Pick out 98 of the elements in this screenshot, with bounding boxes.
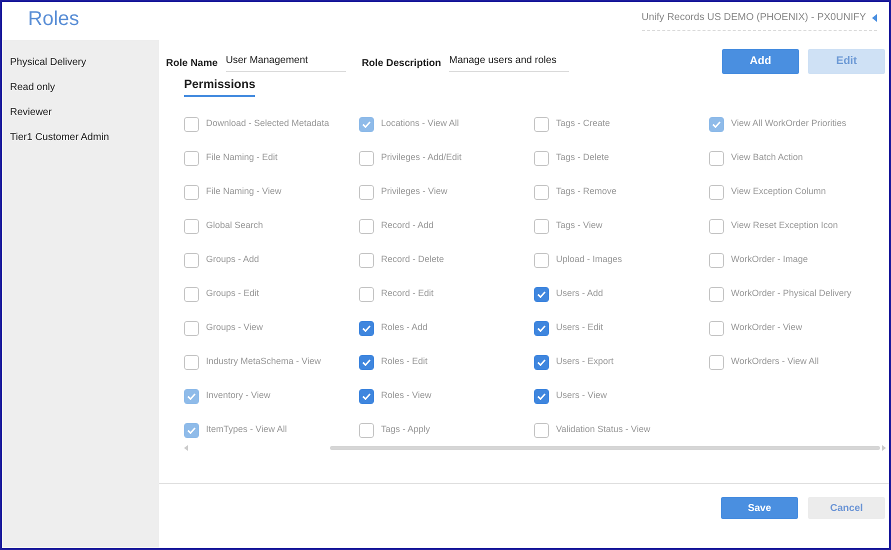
sidebar-item[interactable]: Reviewer <box>2 100 159 125</box>
permission-label: Download - Selected Metadata <box>206 117 330 130</box>
role-name-field[interactable]: User Management <box>226 50 346 72</box>
permission-label: View Exception Column <box>731 185 826 198</box>
permission-label: Record - Edit <box>381 287 434 300</box>
permission-label: Tags - Remove <box>556 185 617 198</box>
checkbox[interactable] <box>184 320 199 336</box>
checkbox[interactable] <box>359 184 374 200</box>
check-icon <box>362 324 371 332</box>
checkbox[interactable] <box>184 184 199 200</box>
check-icon <box>362 392 371 400</box>
checkbox[interactable] <box>709 184 724 200</box>
permission-label: Users - View <box>556 389 607 402</box>
checkbox[interactable] <box>359 388 374 404</box>
scrollbar-thumb[interactable] <box>330 446 880 450</box>
role-name-label: Role Name <box>166 57 218 71</box>
permission-label: Validation Status - View <box>556 423 650 436</box>
permission-label: WorkOrder - Image <box>731 253 808 266</box>
checkbox[interactable] <box>184 286 199 302</box>
permission-label: View Batch Action <box>731 151 803 164</box>
caret-icon[interactable] <box>872 14 877 22</box>
permission-label: Users - Add <box>556 287 604 300</box>
checkbox[interactable] <box>534 252 549 268</box>
checkbox[interactable] <box>359 150 374 166</box>
checkbox[interactable] <box>534 116 549 132</box>
checkbox[interactable] <box>534 422 549 438</box>
permission-label: Privileges - Add/Edit <box>381 151 462 164</box>
permission-label: Groups - Edit <box>206 287 260 300</box>
sidebar-item[interactable]: Tier1 Customer Admin <box>2 125 159 150</box>
checkbox[interactable] <box>709 320 724 336</box>
permission-label: Users - Edit <box>556 321 604 334</box>
check-icon <box>537 290 546 298</box>
check-icon <box>537 392 546 400</box>
role-description-label: Role Description <box>362 57 442 71</box>
checkbox[interactable] <box>534 286 549 302</box>
permission-label: Industry MetaSchema - View <box>206 355 321 368</box>
checkbox[interactable] <box>184 116 199 132</box>
permission-label: Users - Export <box>556 355 614 368</box>
permission-label: Global Search <box>206 219 264 232</box>
permission-label: Tags - Apply <box>381 423 430 436</box>
sidebar-item[interactable]: Read only <box>2 75 159 100</box>
permission-label: File Naming - View <box>206 185 282 198</box>
checkbox[interactable] <box>709 150 724 166</box>
check-icon <box>362 358 371 366</box>
permission-label: Record - Add <box>381 219 434 232</box>
check-icon <box>362 120 371 128</box>
checkbox[interactable] <box>709 218 724 234</box>
permissions-tab[interactable]: Permissions <box>184 75 256 97</box>
permission-label: Groups - Add <box>206 253 260 266</box>
permission-label: Tags - Delete <box>556 151 610 164</box>
permission-label: Groups - View <box>206 321 263 334</box>
checkbox[interactable] <box>709 252 724 268</box>
permission-label: Privileges - View <box>381 185 448 198</box>
permission-label: ItemTypes - View All <box>206 423 287 436</box>
permission-label: Upload - Images <box>556 253 622 266</box>
permission-label: WorkOrder - Physical Delivery <box>731 287 852 300</box>
checkbox[interactable] <box>184 252 199 268</box>
check-icon <box>187 426 196 434</box>
permission-label: Tags - View <box>556 219 602 232</box>
permission-label: View Reset Exception Icon <box>731 219 838 232</box>
check-icon <box>537 324 546 332</box>
checkbox[interactable] <box>184 218 199 234</box>
permission-label: Record - Delete <box>381 253 444 266</box>
permission-label: WorkOrder - View <box>731 321 802 334</box>
checkbox[interactable] <box>359 422 374 438</box>
checkbox[interactable] <box>534 320 549 336</box>
checkbox[interactable] <box>709 286 724 302</box>
checkbox[interactable] <box>359 320 374 336</box>
permission-label: Inventory - View <box>206 389 270 402</box>
check-icon <box>187 392 196 400</box>
checkbox[interactable] <box>184 150 199 166</box>
checkbox[interactable] <box>184 354 199 370</box>
scroll-left-icon[interactable] <box>184 445 188 451</box>
checkbox[interactable] <box>359 354 374 370</box>
checkbox[interactable] <box>534 184 549 200</box>
role-description-field[interactable]: Manage users and roles <box>449 50 570 72</box>
checkbox[interactable] <box>359 252 374 268</box>
check-icon <box>712 120 721 128</box>
permission-label: Roles - Add <box>381 321 428 334</box>
checkbox[interactable] <box>534 218 549 234</box>
scroll-right-icon[interactable] <box>882 445 886 451</box>
permission-label: WorkOrders - View All <box>731 355 819 368</box>
permission-label: Roles - Edit <box>381 355 428 368</box>
permission-label: Tags - Create <box>556 117 610 130</box>
page-title: Roles <box>28 7 80 32</box>
permission-label: Roles - View <box>381 389 432 402</box>
tenant-label: Unify Records US DEMO (PHOENIX) - PX0UNIFY <box>642 11 866 25</box>
checkbox[interactable] <box>534 150 549 166</box>
permission-label: File Naming - Edit <box>206 151 278 164</box>
sidebar-item[interactable]: Physical Delivery <box>2 50 159 75</box>
checkbox[interactable] <box>709 354 724 370</box>
checkbox[interactable] <box>534 354 549 370</box>
permission-label: View All WorkOrder Priorities <box>731 117 846 130</box>
checkbox[interactable] <box>359 286 374 302</box>
checkbox[interactable] <box>359 218 374 234</box>
permission-label: Locations - View All <box>381 117 459 130</box>
check-icon <box>537 358 546 366</box>
checkbox[interactable] <box>534 388 549 404</box>
